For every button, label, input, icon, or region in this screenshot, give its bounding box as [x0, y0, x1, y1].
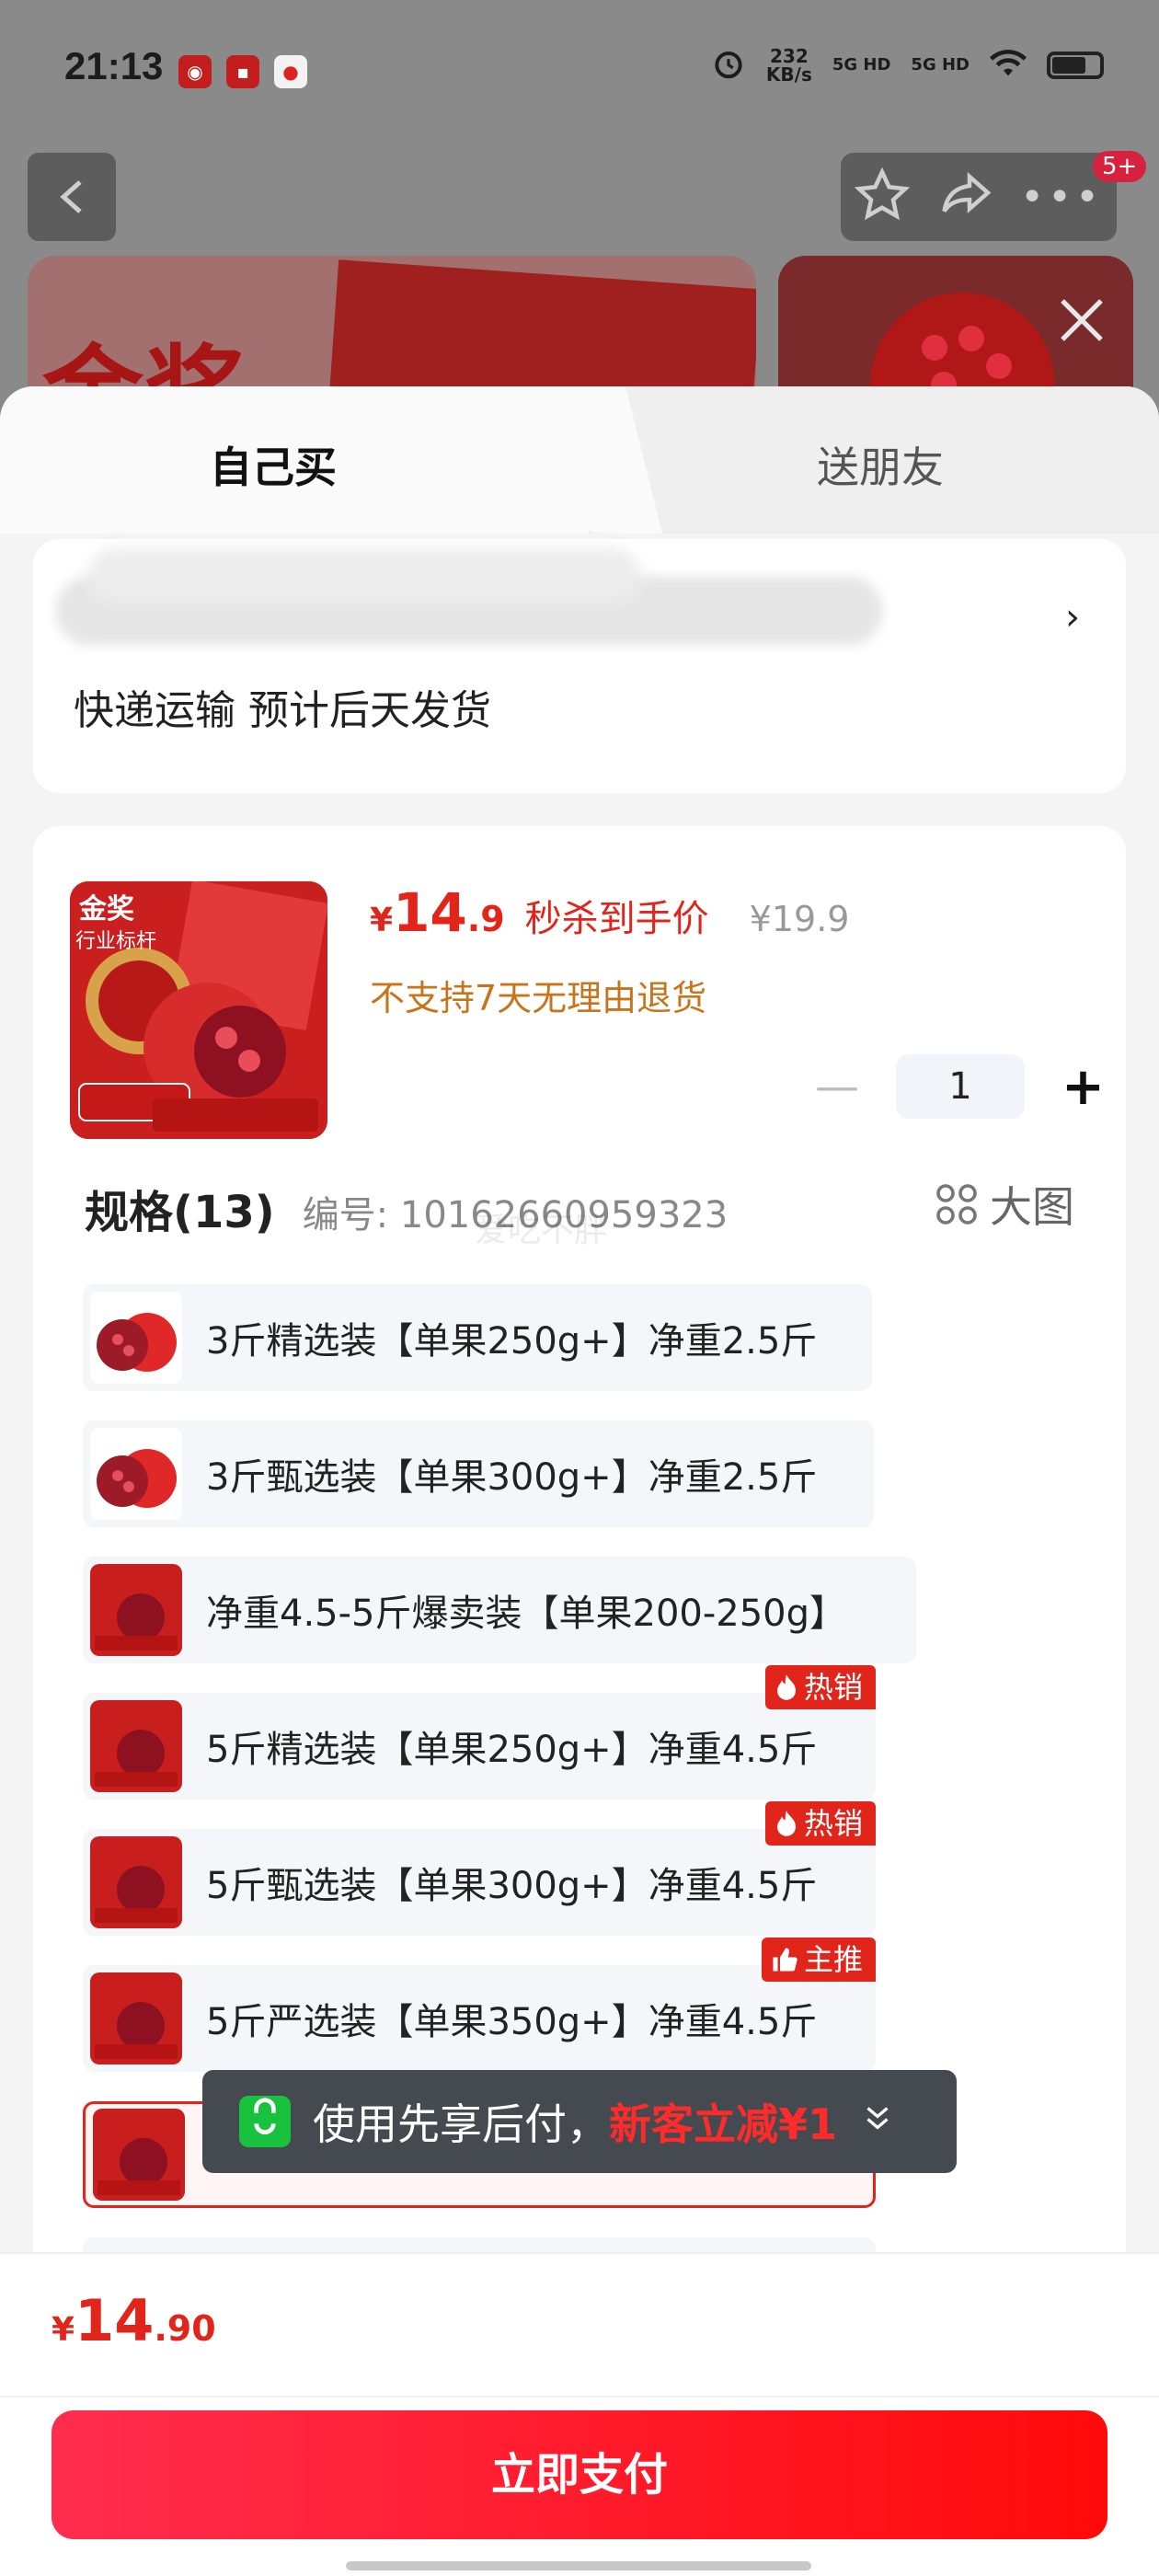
more-icon[interactable]: ••• — [1020, 174, 1103, 221]
tag-label: 主推 — [803, 1942, 863, 1977]
spec-thumbnail — [90, 1292, 182, 1384]
spec-title: 规格(13) — [85, 1187, 275, 1238]
decrease-button[interactable]: — — [815, 1061, 859, 1112]
purchase-sheet: 自己买 送朋友 › 快递运输 预计后天发货 金奖 行业标杆 ¥14.9 秒杀到手… — [0, 386, 1159, 2576]
spec-option[interactable]: 3斤精选装【单果250g+】净重2.5斤 — [83, 1284, 872, 1391]
checkout-footer: ¥14.90 立即支付 — [0, 2252, 1159, 2576]
spec-label: 净重4.5-5斤爆卖装【单果200-250g】 — [206, 1593, 847, 1635]
status-time: 21:13 — [64, 44, 164, 87]
purchase-tabs: 自己买 送朋友 — [0, 386, 1159, 534]
svg-text:行业标杆: 行业标杆 — [75, 930, 156, 953]
spec-label: 3斤甄选装【单果300g+】净重2.5斤 — [206, 1456, 818, 1499]
spec-label: 3斤精选装【单果250g+】净重2.5斤 — [206, 1320, 818, 1363]
watermark: 爱吃不胖 — [475, 1212, 608, 1249]
background-page: 21:13 ◉ ▪ ● 232 KB/s 5G HD 5G HD ••• 5+ — [0, 0, 1159, 458]
close-icon[interactable] — [1056, 294, 1107, 346]
quantity-stepper: — 1 + — [815, 1054, 1105, 1119]
battery-icon — [1047, 52, 1104, 79]
spec-option[interactable]: 5斤甄选装【单果300g+】净重4.5斤 热销 — [83, 1801, 876, 1936]
spec-thumbnail — [90, 1836, 182, 1928]
toast-text: 使用先享后付， — [313, 2099, 609, 2149]
price-decimal: .9 — [466, 899, 505, 939]
hot-sale-tag: 热销 — [764, 1665, 876, 1709]
back-button[interactable] — [28, 153, 116, 241]
signal-1: 5G HD — [832, 55, 891, 75]
alarm-icon — [711, 46, 746, 85]
spec-option[interactable]: 净重4.5-5斤爆卖装【单果200-250g】 — [83, 1557, 916, 1663]
original-price: ¥19.9 — [749, 899, 850, 939]
thumbs-up-icon — [773, 1948, 798, 1972]
big-image-label: 大图 — [990, 1182, 1074, 1232]
spec-header: 规格(13) 编号: 10162660959323 — [85, 1176, 728, 1240]
spec-option[interactable]: 5斤严选装【单果350g+】净重4.5斤 主推 — [83, 1938, 876, 2072]
status-right: 232 KB/s 5G HD 5G HD — [711, 46, 1104, 85]
map-pin-icon: ● — [274, 55, 307, 88]
total-decimal: .90 — [154, 2308, 216, 2349]
double-chevron-down-icon[interactable] — [861, 2101, 894, 2143]
product-thumbnail[interactable]: 金奖 行业标杆 — [70, 881, 327, 1139]
notification-app-icon: ◉ — [178, 55, 212, 88]
shipping-note: 快递运输 预计后天发货 — [74, 687, 491, 734]
spec-label: 5斤严选装【单果350g+】净重4.5斤 — [206, 2001, 818, 2043]
network-speed: 232 KB/s — [766, 47, 812, 84]
grid-icon — [936, 1184, 977, 1225]
pay-now-button[interactable]: 立即支付 — [52, 2410, 1107, 2539]
tab-gift-friend[interactable]: 送朋友 — [817, 434, 944, 495]
chevron-right-icon: › — [1065, 596, 1080, 638]
home-indicator[interactable] — [346, 2561, 811, 2570]
spec-thumbnail — [90, 1564, 182, 1656]
total-integer: 14 — [75, 2287, 155, 2354]
toast-highlight: 新客立减¥1 — [609, 2099, 838, 2149]
spec-thumbnail — [90, 1700, 182, 1792]
divider — [0, 2396, 1159, 2398]
currency-symbol: ¥ — [52, 2311, 75, 2349]
signal-2: 5G HD — [911, 55, 970, 75]
price-row: ¥14.9 秒杀到手价 ¥19.9 — [370, 881, 849, 944]
more-badge: 5+ — [1093, 151, 1147, 182]
big-image-toggle[interactable]: 大图 — [935, 1174, 1074, 1235]
share-icon[interactable] — [937, 167, 993, 226]
shopping-bag-icon — [239, 2096, 291, 2147]
svg-text:金奖: 金奖 — [78, 893, 134, 926]
wifi-icon — [990, 49, 1027, 82]
bnpl-toast[interactable]: 使用先享后付， 新客立减¥1 — [202, 2070, 957, 2173]
fire-icon — [776, 1674, 796, 1700]
top-actions: ••• — [841, 153, 1117, 241]
tag-label: 热销 — [803, 1670, 863, 1705]
return-policy: 不支持7天无理由退货 — [370, 978, 707, 1018]
currency-symbol: ¥ — [370, 902, 394, 939]
spec-option[interactable]: 5斤精选装【单果250g+】净重4.5斤 热销 — [83, 1665, 876, 1800]
tag-label: 热销 — [803, 1806, 863, 1841]
sale-price: ¥14.9 — [370, 881, 505, 944]
quantity-value[interactable]: 1 — [896, 1054, 1025, 1119]
increase-button[interactable]: + — [1061, 1057, 1105, 1117]
status-bar: 21:13 ◉ ▪ ● 232 KB/s 5G HD 5G HD — [0, 0, 1159, 138]
spec-thumbnail — [90, 1972, 182, 2064]
price-integer: 14 — [393, 881, 467, 944]
hot-sale-tag: 热销 — [764, 1801, 876, 1846]
tab-self-buy[interactable]: 自己买 — [210, 434, 337, 495]
favorite-star-icon[interactable] — [854, 167, 911, 226]
chevron-left-icon — [60, 180, 82, 213]
spec-thumbnail — [93, 2109, 185, 2201]
speed-unit: KB/s — [765, 63, 812, 86]
recommended-tag: 主推 — [761, 1938, 876, 1982]
total-price: ¥14.90 — [52, 2287, 216, 2354]
spec-label: 5斤精选装【单果250g+】净重4.5斤 — [206, 1729, 818, 1771]
address-redacted — [88, 548, 640, 604]
spec-thumbnail — [90, 1428, 182, 1520]
fire-icon — [776, 1811, 796, 1836]
notification-app-icon: ▪ — [226, 55, 259, 88]
spec-option[interactable]: 3斤甄选装【单果300g+】净重2.5斤 — [83, 1420, 874, 1527]
address-card[interactable]: › 快递运输 预计后天发货 — [33, 539, 1126, 793]
price-label: 秒杀到手价 — [524, 898, 709, 940]
spec-label: 5斤甄选装【单果300g+】净重4.5斤 — [206, 1865, 818, 1907]
